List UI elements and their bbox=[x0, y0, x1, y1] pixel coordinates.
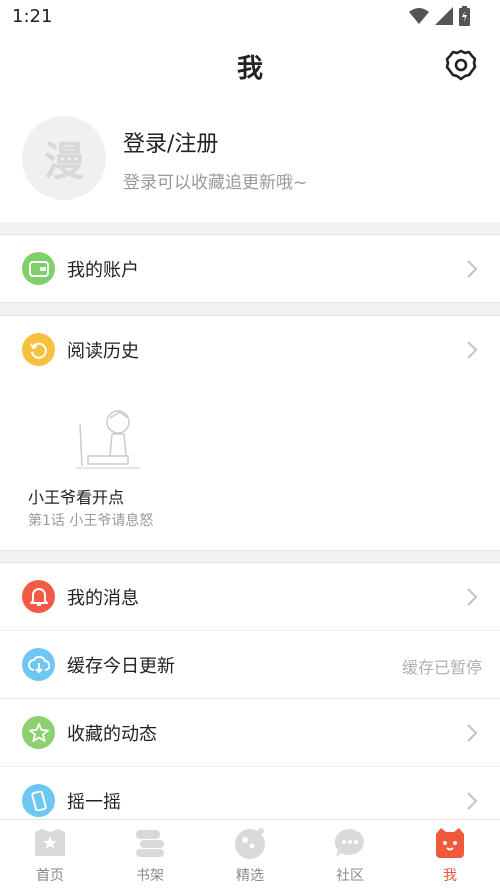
bell-icon bbox=[22, 580, 55, 613]
history-comic-chapter: 第1话 小王爷请息怒 bbox=[28, 513, 154, 529]
tab-me[interactable]: 我 bbox=[400, 820, 500, 888]
menu-item-account[interactable]: 我的账户 bbox=[0, 235, 500, 302]
phone-shake-icon bbox=[22, 784, 55, 817]
battery-icon bbox=[459, 6, 470, 26]
featured-icon bbox=[235, 828, 265, 859]
menu-item-label: 阅读历史 bbox=[67, 341, 139, 362]
wallet-icon bbox=[22, 252, 55, 285]
tab-bookshelf[interactable]: 书架 bbox=[100, 820, 200, 888]
history-card: 阅读历史 小王爷看开点 第1话 小王爷请息怒 bbox=[0, 315, 500, 551]
gear-icon bbox=[445, 49, 477, 81]
chevron-right-icon bbox=[467, 341, 478, 359]
cloud-download-icon bbox=[22, 648, 55, 681]
profile-mascot-icon bbox=[436, 828, 464, 858]
star-icon bbox=[22, 716, 55, 749]
login-register-link[interactable]: 登录/注册 bbox=[123, 126, 218, 158]
history-empty-illustration-icon bbox=[76, 410, 140, 469]
chevron-right-icon bbox=[467, 260, 478, 278]
chevron-right-icon bbox=[467, 588, 478, 606]
login-hint: 登录可以收藏追更新哦~ bbox=[123, 173, 308, 193]
menu-card: 我的消息 缓存今日更新 缓存已暂停 收藏的动态 摇一摇 bbox=[0, 562, 500, 820]
signal-icon bbox=[435, 7, 453, 25]
menu-item-favorites-activity[interactable]: 收藏的动态 bbox=[0, 699, 500, 766]
home-star-icon bbox=[35, 829, 65, 856]
history-icon bbox=[22, 333, 55, 366]
tab-label: 首页 bbox=[36, 868, 64, 884]
tab-community[interactable]: 社区 bbox=[300, 820, 400, 888]
menu-item-label: 摇一摇 bbox=[67, 792, 121, 813]
menu-item-cache-updates[interactable]: 缓存今日更新 缓存已暂停 bbox=[0, 631, 500, 698]
tab-label: 书架 bbox=[136, 868, 164, 884]
profile-section[interactable]: 漫 登录/注册 登录可以收藏追更新哦~ bbox=[0, 98, 500, 222]
wifi-icon bbox=[409, 8, 429, 24]
chat-bubble-icon bbox=[334, 828, 364, 857]
avatar-placeholder-char: 漫 bbox=[44, 139, 84, 185]
header: 我 bbox=[0, 34, 500, 98]
menu-item-label: 我的消息 bbox=[67, 588, 139, 609]
tab-label: 我 bbox=[443, 868, 457, 884]
tab-label: 精选 bbox=[236, 868, 264, 884]
avatar[interactable]: 漫 bbox=[22, 116, 106, 200]
menu-item-label: 收藏的动态 bbox=[67, 724, 157, 745]
chevron-right-icon bbox=[467, 724, 478, 742]
status-time: 1:21 bbox=[12, 6, 53, 27]
menu-item-history[interactable]: 阅读历史 bbox=[0, 316, 500, 383]
settings-button[interactable] bbox=[444, 48, 478, 82]
tab-label: 社区 bbox=[336, 868, 364, 884]
chevron-right-icon bbox=[467, 792, 478, 810]
cache-status: 缓存已暂停 bbox=[401, 658, 482, 677]
menu-item-label: 我的账户 bbox=[67, 260, 139, 281]
bookshelf-icon bbox=[136, 830, 164, 857]
account-card: 我的账户 bbox=[0, 234, 500, 303]
history-comic-title[interactable]: 小王爷看开点 bbox=[28, 484, 124, 508]
menu-item-label: 缓存今日更新 bbox=[67, 656, 175, 677]
page-title: 我 bbox=[236, 54, 263, 84]
menu-item-messages[interactable]: 我的消息 bbox=[0, 563, 500, 630]
tab-featured[interactable]: 精选 bbox=[200, 820, 300, 888]
tab-home[interactable]: 首页 bbox=[0, 820, 100, 888]
status-bar: 1:21 bbox=[0, 0, 500, 34]
status-icons bbox=[409, 6, 470, 26]
bottom-tab-bar: 首页 书架 精选 社区 我 bbox=[0, 819, 500, 888]
